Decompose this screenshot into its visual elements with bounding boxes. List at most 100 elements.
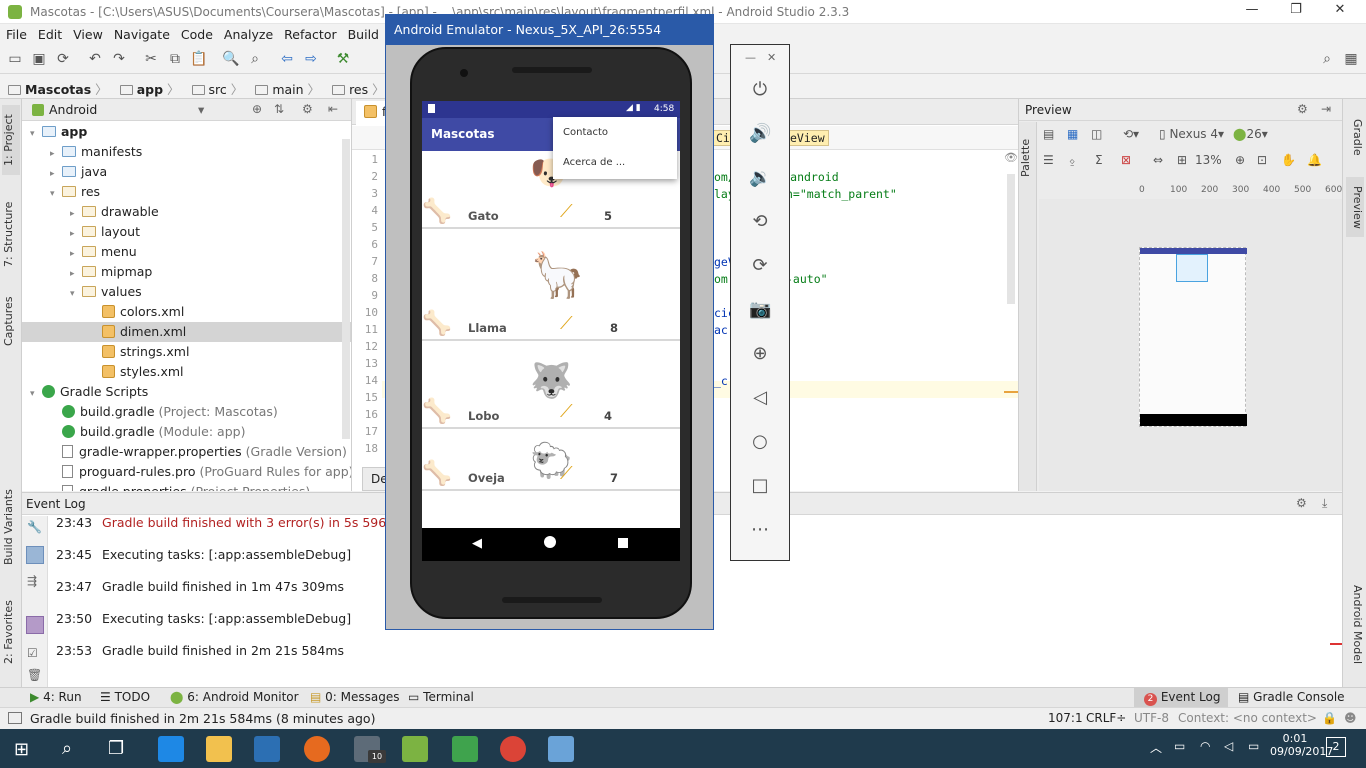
overview-icon[interactable]: □ bbox=[749, 475, 771, 497]
bell-icon[interactable]: 🔔 bbox=[1307, 153, 1322, 167]
back-icon[interactable]: ◁ bbox=[749, 387, 771, 409]
find-icon[interactable]: 🔍 bbox=[222, 50, 240, 68]
tab-android-monitor[interactable]: ⬤ 6: Android Monitor bbox=[170, 690, 299, 704]
error-grid-icon[interactable]: ⊠ bbox=[1121, 153, 1131, 167]
tab-build-variants[interactable]: Build Variants bbox=[2, 487, 20, 567]
tab-structure[interactable]: 7: Structure bbox=[2, 194, 20, 274]
tree-item[interactable]: ▸ java bbox=[22, 162, 351, 182]
tab-event-log[interactable]: 2 Event Log bbox=[1134, 688, 1228, 707]
task-view-icon[interactable]: ❐ bbox=[108, 738, 124, 759]
settings-gear-icon[interactable]: ⚙ bbox=[302, 102, 313, 116]
inspector-icon[interactable]: ☻ bbox=[1344, 711, 1357, 725]
tree-item[interactable]: ▾ values bbox=[22, 282, 351, 302]
mail-icon[interactable]: 10 bbox=[354, 736, 386, 763]
menu-file[interactable]: File bbox=[0, 24, 32, 42]
tree-item[interactable]: gradle-wrapper.properties (Gradle Versio… bbox=[22, 442, 351, 462]
tree-item[interactable]: styles.xml bbox=[22, 362, 351, 382]
pan-icon[interactable]: ✋ bbox=[1281, 153, 1296, 167]
volume-icon[interactable]: ◁ bbox=[1224, 739, 1233, 753]
breadcrumb-item[interactable]: res 〉 bbox=[324, 75, 389, 98]
back-icon[interactable]: ⇦ bbox=[278, 50, 296, 68]
fit-icon[interactable]: ⊞ bbox=[1177, 153, 1187, 167]
both-mode-icon[interactable]: ◫ bbox=[1091, 127, 1102, 141]
layout-icon[interactable]: ▦ bbox=[1342, 50, 1360, 68]
zoom-fit-icon[interactable]: ⊡ bbox=[1257, 153, 1267, 167]
scroll-from-source-icon[interactable]: ⊕ bbox=[252, 102, 262, 116]
tree-item[interactable]: ▸ manifests bbox=[22, 142, 351, 162]
tree-item[interactable]: ▸ drawable bbox=[22, 202, 351, 222]
menu-refactor[interactable]: Refactor bbox=[278, 24, 341, 42]
maximize-button[interactable]: ❐ bbox=[1274, 2, 1318, 22]
breadcrumb-item[interactable]: app 〉 bbox=[112, 75, 184, 98]
tree-item[interactable]: ▸ menu bbox=[22, 242, 351, 262]
bone-icon[interactable]: 🦴 bbox=[422, 459, 452, 487]
tab-captures[interactable]: Captures bbox=[2, 291, 20, 351]
design-mode-icon[interactable]: ▤ bbox=[1043, 127, 1054, 141]
code-fragment[interactable]: h="match_parent" bbox=[786, 187, 897, 201]
menu-navigate[interactable]: Navigate bbox=[108, 24, 175, 42]
open-folder-icon[interactable]: ▭ bbox=[6, 50, 24, 68]
tag-chip-2[interactable]: eView bbox=[786, 130, 829, 146]
tab-gradle-console[interactable]: ▤ Gradle Console bbox=[1238, 690, 1345, 704]
pet-card[interactable]: 🐺 🦴 Lobo ⟋ 4 bbox=[422, 359, 680, 429]
tree-item[interactable]: ▾ Gradle Scripts bbox=[22, 382, 351, 402]
close-button[interactable]: ✕ bbox=[1318, 2, 1362, 22]
tab-preview[interactable]: Preview bbox=[1346, 177, 1364, 237]
tab-gradle[interactable]: Gradle bbox=[1346, 107, 1364, 167]
store-icon[interactable] bbox=[254, 736, 280, 762]
event-log-settings-icon[interactable]: ⚙ bbox=[1296, 496, 1307, 510]
collapse-all-icon[interactable]: ⇅ bbox=[274, 102, 284, 116]
tree-item[interactable]: gradle.properties (Project Properties) bbox=[22, 482, 351, 491]
tree-item[interactable]: ▾ res bbox=[22, 182, 351, 202]
status-toggle-icon[interactable] bbox=[8, 712, 22, 724]
cursor-position[interactable]: 107:1 bbox=[1048, 711, 1083, 725]
search-everywhere-icon[interactable]: ⌕ bbox=[1318, 50, 1336, 68]
rotate-right-icon[interactable]: ⟳ bbox=[749, 255, 771, 277]
pet-card[interactable]: 🐑 🦴 Oveja ⟋ 7 bbox=[422, 439, 680, 491]
windows-start-icon[interactable]: ⊞ bbox=[14, 739, 29, 760]
file-explorer-icon[interactable] bbox=[206, 736, 232, 762]
keyboard-icon[interactable]: ▭ bbox=[1248, 739, 1259, 753]
cut-icon[interactable]: ✂ bbox=[142, 50, 160, 68]
tab-terminal[interactable]: ▭ Terminal bbox=[408, 690, 474, 704]
emulator-taskbar-icon[interactable] bbox=[452, 736, 478, 762]
more-icon[interactable]: ⋯ bbox=[749, 519, 771, 541]
back-nav-icon[interactable]: ◀ bbox=[472, 536, 482, 551]
line-separator[interactable]: CRLF÷ bbox=[1086, 711, 1126, 725]
tree-item[interactable]: proguard-rules.pro (ProGuard Rules for a… bbox=[22, 462, 351, 482]
emu-close-icon[interactable]: ✕ bbox=[767, 51, 776, 64]
tab-android-model[interactable]: Android Model bbox=[1346, 575, 1364, 675]
volume-up-icon[interactable]: 🔊 bbox=[749, 123, 771, 145]
tree-item[interactable]: ▸ layout bbox=[22, 222, 351, 242]
file-encoding[interactable]: UTF-8 bbox=[1134, 711, 1169, 725]
clock[interactable]: 0:01 09/09/2017 bbox=[1270, 732, 1333, 758]
edge-browser-icon[interactable] bbox=[158, 736, 184, 762]
menu-item-acerca[interactable]: Acerca de ... bbox=[563, 157, 625, 168]
tree-item[interactable]: strings.xml bbox=[22, 342, 351, 362]
tab-favorites[interactable]: 2: Favorites bbox=[2, 597, 20, 667]
wifi-icon[interactable]: ◠ bbox=[1200, 739, 1210, 753]
tray-up-icon[interactable]: ︿ bbox=[1150, 739, 1162, 756]
api-selector[interactable]: ⬤26▾ bbox=[1233, 127, 1268, 141]
tree-item[interactable]: colors.xml bbox=[22, 302, 351, 322]
orientation-icon[interactable]: ⟲▾ bbox=[1123, 127, 1139, 141]
device-selector[interactable]: ▯ Nexus 4▾ bbox=[1159, 127, 1224, 141]
bone-icon[interactable]: 🦴 bbox=[422, 397, 452, 425]
firefox-icon[interactable] bbox=[304, 736, 330, 762]
lock-icon[interactable]: 🔒 bbox=[1322, 711, 1337, 725]
breadcrumb-item[interactable]: src 〉 bbox=[184, 75, 248, 98]
tab-project[interactable]: 1: Project bbox=[2, 105, 20, 175]
sum-icon[interactable]: Σ bbox=[1095, 153, 1103, 167]
tab-run[interactable]: ▶ 4: Run bbox=[30, 690, 82, 704]
menu-build[interactable]: Build bbox=[342, 24, 384, 42]
layout-list-icon[interactable]: ☰ bbox=[1043, 153, 1054, 167]
paint-icon[interactable] bbox=[548, 736, 574, 762]
paste-icon[interactable]: 📋 bbox=[190, 50, 208, 68]
battery-icon[interactable]: ▭ bbox=[1174, 739, 1185, 753]
menu-item-contacto[interactable]: Contacto bbox=[563, 127, 608, 138]
replace-icon[interactable]: ⌕ bbox=[246, 50, 264, 68]
tab-messages[interactable]: ▤ 0: Messages bbox=[310, 690, 400, 704]
blueprint-mode-icon[interactable]: ▦ bbox=[1067, 127, 1078, 141]
tree-item[interactable]: ▸ mipmap bbox=[22, 262, 351, 282]
chrome-icon[interactable] bbox=[500, 736, 526, 762]
